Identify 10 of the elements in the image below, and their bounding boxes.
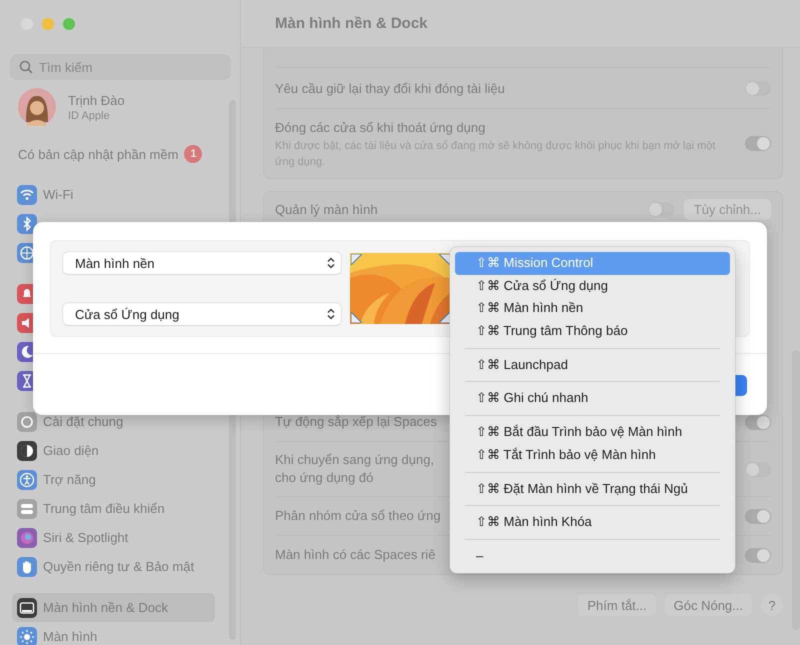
count-badge: 1	[184, 145, 202, 163]
setting-label: Yêu cầu giữ lại thay đổi khi đóng tài liệu	[275, 80, 505, 98]
setting-label: Đóng các cửa sổ khi thoát ứng dụng	[275, 119, 486, 137]
setting-label: Tự động sắp xếp lại Spaces	[275, 413, 437, 431]
account-subtitle: ID Apple	[68, 110, 111, 122]
setting-label: Khi chuyển sang ứng dụng, cho ứng dụng đó	[275, 451, 434, 487]
setting-label: Màn hình có các Spaces riê	[275, 546, 436, 564]
account-name: Trịnh Đào	[68, 92, 125, 108]
setting-label: Quản lý màn hình	[275, 200, 378, 218]
setting-label: Phân nhóm cửa sổ theo ứng	[275, 507, 441, 525]
